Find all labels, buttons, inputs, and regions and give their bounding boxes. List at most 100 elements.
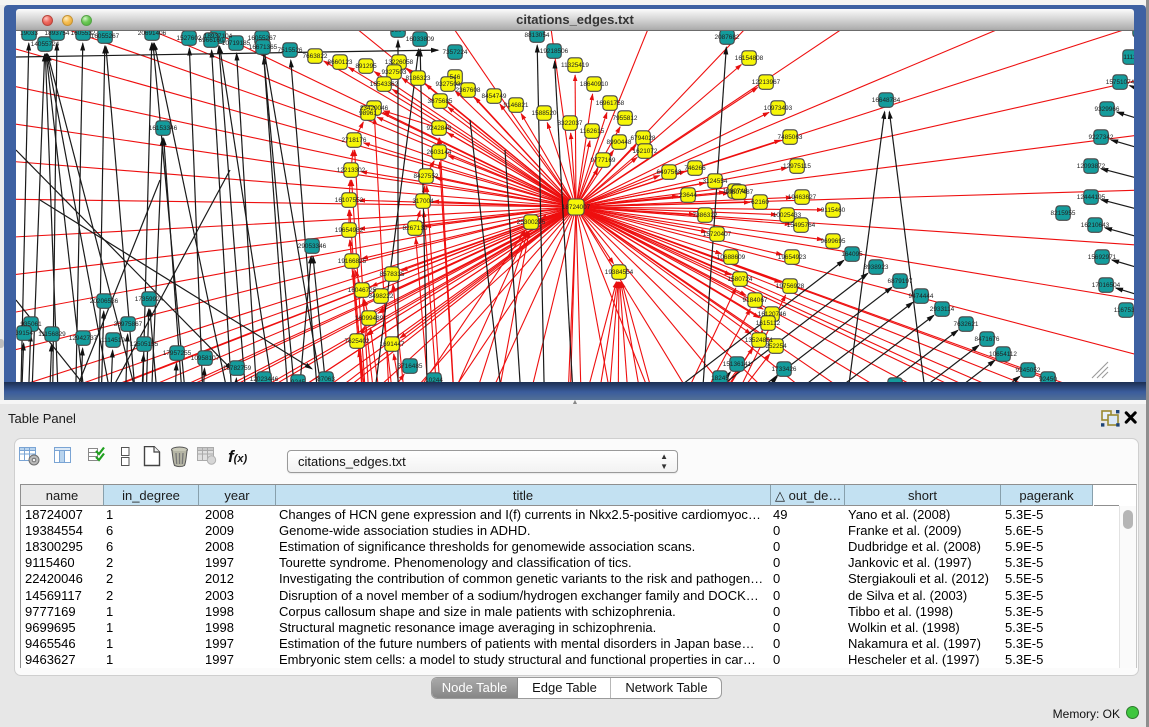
- svg-text:19218506: 19218506: [540, 48, 569, 55]
- svg-text:29053346: 29053346: [298, 243, 327, 250]
- svg-text:15692971: 15692971: [1088, 254, 1117, 261]
- svg-text:7625402: 7625402: [345, 338, 370, 345]
- svg-text:1691447: 1691447: [380, 341, 405, 348]
- svg-text:9146821: 9146821: [504, 102, 529, 109]
- svg-text:10958107: 10958107: [191, 355, 220, 362]
- svg-text:8322037: 8322037: [558, 120, 583, 127]
- svg-text:12093872: 12093872: [1077, 163, 1106, 170]
- svg-text:9115460: 9115460: [821, 207, 846, 214]
- svg-text:23644: 23644: [679, 192, 697, 199]
- svg-text:1112: 1112: [1123, 54, 1134, 61]
- svg-text:1114519: 1114519: [101, 337, 125, 344]
- svg-text:9245052: 9245052: [1016, 367, 1041, 374]
- svg-text:10807487: 10807487: [725, 189, 754, 196]
- svg-text:30975867: 30975867: [114, 321, 143, 328]
- svg-text:3875685: 3875685: [428, 98, 453, 105]
- svg-text:9227342: 9227342: [1089, 134, 1114, 141]
- svg-text:16210643: 16210643: [1081, 222, 1110, 229]
- svg-text:16671365: 16671365: [249, 44, 278, 51]
- svg-text:6966160: 6966160: [199, 37, 224, 44]
- svg-text:18245: 18245: [711, 375, 729, 382]
- svg-text:7485063: 7485063: [778, 134, 803, 141]
- svg-text:16099489: 16099489: [355, 315, 384, 322]
- svg-text:20691406: 20691406: [138, 31, 167, 37]
- svg-text:11325419: 11325419: [561, 62, 589, 69]
- svg-text:8454749: 8454749: [482, 93, 507, 100]
- svg-text:7632621: 7632621: [954, 321, 979, 328]
- svg-text:10654112: 10654112: [989, 351, 1017, 358]
- svg-text:8578335: 8578335: [380, 271, 405, 278]
- svg-text:17359924: 17359924: [135, 296, 164, 303]
- svg-text:92450: 92450: [1039, 376, 1057, 382]
- svg-text:16543362: 16543362: [370, 81, 399, 88]
- svg-text:2933114: 2933114: [930, 306, 955, 313]
- svg-text:9242848: 9242848: [427, 125, 452, 132]
- svg-text:1588520: 1588520: [532, 110, 557, 117]
- svg-text:39154: 39154: [16, 330, 33, 337]
- svg-text:7955812: 7955812: [613, 115, 638, 122]
- svg-text:87063: 87063: [317, 376, 335, 382]
- svg-text:12444195: 12444195: [1077, 194, 1106, 201]
- svg-text:17016504: 17016504: [1092, 282, 1121, 289]
- svg-text:8938923: 8938923: [864, 264, 889, 271]
- svg-text:16648784: 16648784: [872, 97, 901, 104]
- svg-text:746266: 746266: [684, 165, 706, 172]
- svg-text:19166825: 19166825: [338, 258, 367, 265]
- svg-text:1733426: 1733426: [772, 366, 797, 373]
- svg-text:19654982: 19654982: [335, 227, 364, 234]
- svg-text:8471676: 8471676: [975, 336, 1000, 343]
- svg-text:16055267: 16055267: [248, 35, 277, 42]
- svg-text:17957255: 17957255: [163, 350, 192, 357]
- svg-text:16153346: 16153346: [149, 125, 178, 132]
- svg-text:15751074: 15751074: [1106, 79, 1134, 86]
- svg-text:7663822: 7663822: [303, 53, 328, 60]
- svg-text:16782759: 16782759: [223, 365, 252, 372]
- svg-text:12942737: 12942737: [69, 335, 98, 342]
- svg-text:1893754: 1893754: [45, 31, 70, 37]
- svg-text:7386322: 7386322: [693, 212, 718, 219]
- svg-text:16033809: 16033809: [406, 36, 435, 43]
- svg-text:16120746: 16120746: [758, 311, 787, 318]
- svg-text:7357224: 7357224: [443, 49, 468, 56]
- svg-text:9327503: 9327503: [382, 69, 407, 76]
- svg-text:13226058: 13226058: [385, 59, 414, 66]
- svg-text:98961: 98961: [359, 110, 377, 117]
- svg-text:10688609: 10688609: [717, 254, 746, 261]
- svg-text:16961758: 16961758: [596, 100, 625, 107]
- svg-text:1167534: 1167534: [1114, 307, 1134, 314]
- svg-text:3498222: 3498222: [369, 293, 394, 300]
- svg-text:3124554: 3124554: [703, 178, 728, 185]
- svg-text:19033: 19033: [20, 31, 38, 37]
- svg-text:19463627: 19463627: [788, 194, 817, 201]
- svg-text:10719185: 10719185: [222, 40, 251, 47]
- svg-text:8813054: 8813054: [525, 32, 550, 39]
- svg-text:9474444: 9474444: [909, 293, 934, 300]
- svg-text:935061: 935061: [20, 321, 42, 328]
- svg-text:15136141: 15136141: [723, 361, 752, 368]
- svg-text:7515526: 7515526: [278, 47, 303, 54]
- svg-text:11156829: 11156829: [38, 331, 66, 338]
- svg-text:3716485: 3716485: [398, 363, 423, 370]
- svg-text:317004: 317004: [412, 198, 434, 205]
- svg-text:15495764: 15495764: [787, 222, 816, 229]
- svg-text:10973493: 10973493: [764, 105, 793, 112]
- svg-text:8660123: 8660123: [328, 59, 353, 66]
- svg-text:18724007: 18724007: [562, 204, 591, 211]
- svg-text:12023446: 12023446: [250, 376, 279, 382]
- svg-text:6794028: 6794028: [631, 135, 656, 142]
- svg-text:9184067: 9184067: [743, 297, 768, 304]
- svg-text:12975115: 12975115: [783, 163, 811, 170]
- svg-text:8267130: 8267130: [403, 225, 428, 232]
- svg-text:16055267: 16055267: [91, 33, 120, 40]
- svg-text:6879197: 6879197: [888, 278, 913, 285]
- svg-text:2367608: 2367608: [456, 87, 481, 94]
- svg-text:18640910: 18640910: [580, 81, 609, 88]
- svg-text:2087682: 2087682: [715, 34, 740, 41]
- svg-text:1580724: 1580724: [728, 276, 753, 283]
- svg-text:252254: 252254: [765, 343, 787, 350]
- svg-text:1621072: 1621072: [633, 148, 658, 155]
- svg-text:2718176: 2718176: [342, 137, 367, 144]
- svg-text:12505135: 12505135: [130, 341, 159, 348]
- svg-text:10244: 10244: [425, 377, 443, 382]
- svg-text:8215955: 8215955: [1051, 210, 1076, 217]
